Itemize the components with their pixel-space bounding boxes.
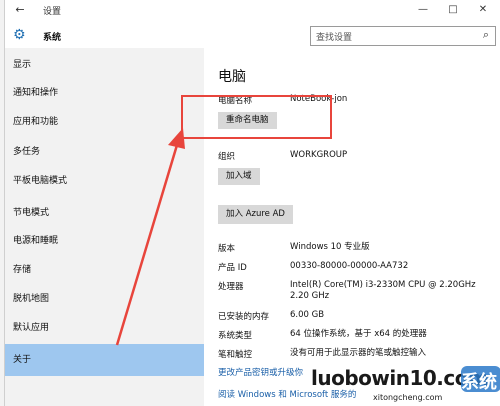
annotation-arrow [115,128,185,346]
watermark-sub-text: xitongcheng.com [373,393,443,402]
watermark-logo-text: 系统 [461,372,497,393]
watermark: luobowin10.com xitongcheng.com 系统 [311,366,500,406]
settings-window: ← 设置 — □ ✕ ⚙ 系统 查找设置 ⌕ 显示 通知和操作 应用和功能 多任… [4,0,500,406]
